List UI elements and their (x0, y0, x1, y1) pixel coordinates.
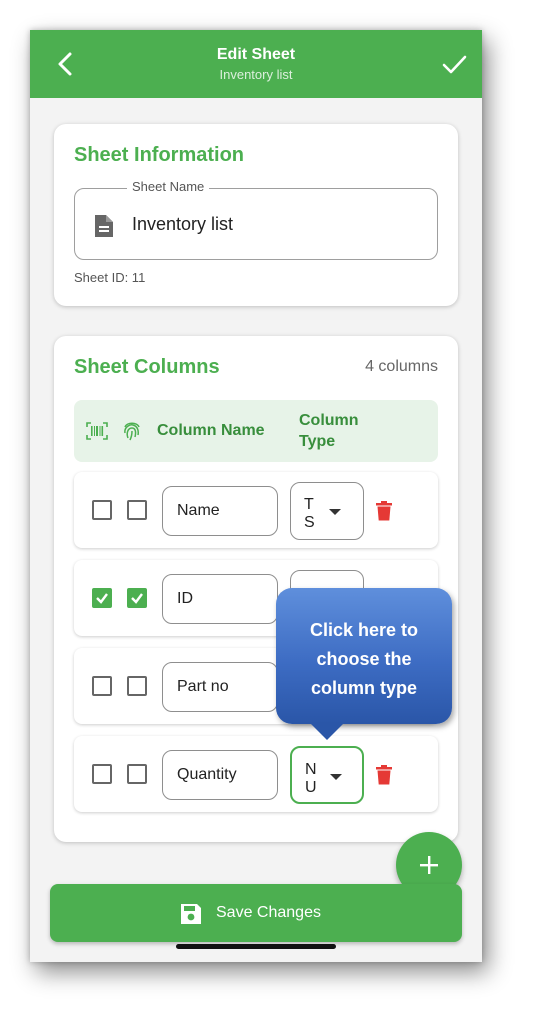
trash-icon[interactable] (376, 765, 392, 785)
column-name-input[interactable]: ID (177, 590, 193, 608)
column-name-field[interactable]: ID (162, 574, 278, 624)
column-name-input[interactable]: Part no (177, 678, 229, 696)
columns-table-header: Column Name Column Type (74, 400, 438, 462)
barcode-checkbox[interactable] (92, 500, 112, 520)
column-type-value: N U (305, 761, 317, 796)
page-title: Edit Sheet (216, 46, 296, 63)
trash-icon[interactable] (376, 501, 392, 521)
unique-checkbox[interactable] (127, 676, 147, 696)
check-icon[interactable] (440, 50, 468, 78)
column-type-header: Column Type (299, 412, 359, 450)
app-bar: Edit Sheet Inventory list (30, 30, 482, 98)
sheet-name-input[interactable]: Inventory list (132, 214, 233, 235)
fingerprint-icon (124, 422, 140, 441)
column-name-input[interactable]: Name (177, 502, 220, 520)
column-name-input[interactable]: Quantity (177, 766, 237, 784)
barcode-icon (86, 422, 108, 440)
callout-pointer (309, 722, 345, 740)
save-button-label: Save Changes (216, 904, 321, 921)
barcode-checkbox[interactable] (92, 764, 112, 784)
barcode-checkbox[interactable] (92, 588, 112, 608)
unique-checkbox[interactable] (127, 764, 147, 784)
barcode-checkbox[interactable] (92, 676, 112, 696)
floppy-disk-icon (181, 904, 201, 924)
phone-screen: Edit Sheet Inventory list Sheet Informat… (30, 30, 482, 962)
sheet-information-card: Sheet Information Sheet Name Inventory l… (54, 124, 458, 306)
column-name-field[interactable]: Name (162, 486, 278, 536)
column-name-field[interactable]: Part no (162, 662, 278, 712)
column-name-field[interactable]: Quantity (162, 750, 278, 800)
callout-text: Click here to choose the column type (309, 620, 419, 698)
section-title: Sheet Columns (74, 356, 220, 378)
column-row: Quantity N U (74, 736, 438, 812)
section-title: Sheet Information (74, 144, 245, 166)
sheet-name-field[interactable]: Sheet Name Inventory list (74, 179, 438, 260)
unique-checkbox[interactable] (127, 500, 147, 520)
dropdown-arrow-icon (330, 774, 342, 780)
home-indicator[interactable] (176, 944, 336, 949)
column-type-dropdown[interactable]: N U (290, 746, 364, 804)
document-icon (95, 215, 113, 237)
check-icon (96, 593, 108, 604)
field-label: Sheet Name (127, 179, 210, 194)
plus-icon (420, 856, 438, 874)
dropdown-arrow-icon (329, 509, 341, 515)
save-changes-button[interactable]: Save Changes (50, 884, 462, 942)
sheet-id: Sheet ID: 11 (74, 270, 146, 285)
column-name-header: Column Name (157, 422, 265, 439)
column-type-dropdown[interactable]: T S (290, 482, 364, 540)
column-row: Name T S (74, 472, 438, 548)
column-count: 4 columns (365, 358, 438, 375)
column-type-value: T S (304, 496, 315, 531)
tutorial-callout: Click here to choose the column type (276, 588, 452, 740)
unique-checkbox[interactable] (127, 588, 147, 608)
page-subtitle: Inventory list (219, 67, 293, 82)
check-icon (131, 593, 143, 604)
